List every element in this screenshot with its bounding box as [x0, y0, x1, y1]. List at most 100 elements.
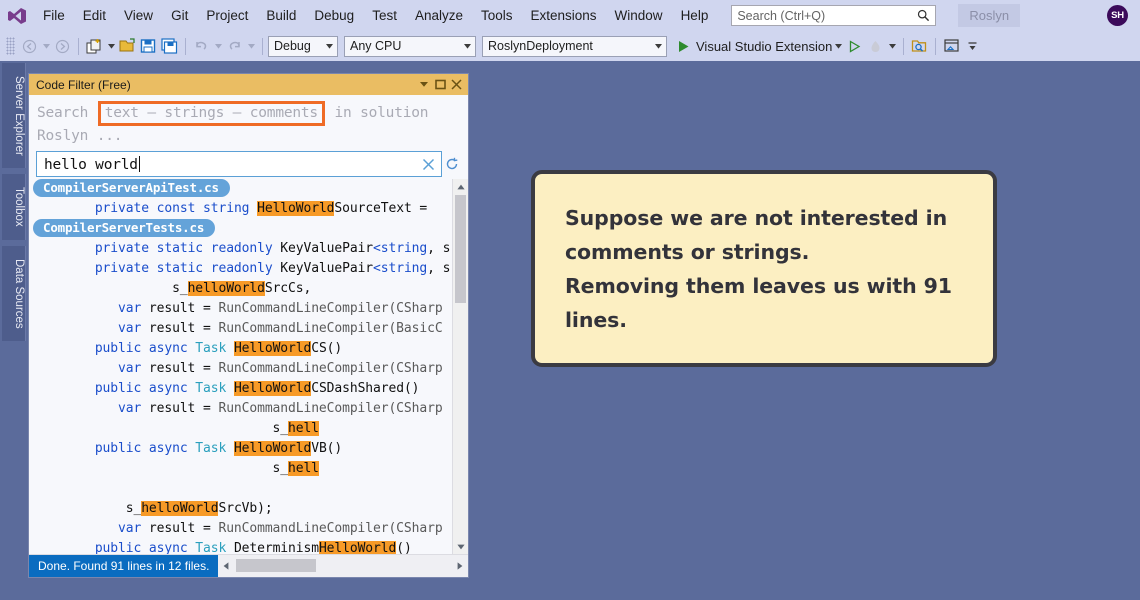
result-code-line[interactable]: public async Task HelloWorldCSDashShared…	[29, 379, 452, 399]
save-icon[interactable]	[138, 35, 159, 57]
drag-gripper-icon[interactable]	[6, 37, 15, 55]
undo-dropdown-icon[interactable]	[212, 35, 224, 57]
results-list[interactable]: CompilerServerApiTest.cs private const s…	[29, 179, 452, 554]
result-file-chip[interactable]: CompilerServerTests.cs	[29, 219, 452, 239]
avatar[interactable]: SH	[1107, 5, 1128, 26]
open-file-icon[interactable]	[117, 35, 138, 57]
code-token: result =	[148, 521, 219, 536]
result-code-line[interactable]: private const string HelloWorldSourceTex…	[29, 199, 452, 219]
result-code-line[interactable]: var result = RunCommandLineCompiler(CSha…	[29, 359, 452, 379]
scrollbar-thumb[interactable]	[455, 195, 466, 303]
platform-dropdown[interactable]: Any CPU	[344, 35, 476, 57]
scroll-up-icon[interactable]	[453, 179, 468, 194]
menu-item-debug[interactable]: Debug	[305, 5, 363, 26]
play-outline-icon[interactable]	[844, 35, 865, 57]
search-folder-icon[interactable]	[909, 35, 930, 57]
menu-item-window[interactable]: Window	[606, 5, 672, 26]
sidebar-item-server-explorer[interactable]: Server Explorer	[2, 63, 26, 168]
match-highlight: hell	[288, 461, 319, 476]
chevron-down-icon[interactable]	[832, 35, 844, 57]
scroll-left-icon[interactable]	[218, 555, 234, 577]
result-code-line[interactable]: var result = RunCommandLineCompiler(CSha…	[29, 399, 452, 419]
menu-item-test[interactable]: Test	[363, 5, 406, 26]
sidebar-item-data-sources[interactable]: Data Sources	[2, 246, 26, 341]
result-code-line[interactable]: public async Task HelloWorldCS()	[29, 339, 452, 359]
result-blank-line	[29, 479, 452, 499]
code-filter-search-input[interactable]: hello world	[36, 151, 442, 177]
global-search-input[interactable]: Search (Ctrl+Q)	[731, 5, 937, 26]
annotation-callout: Suppose we are not interested in comment…	[531, 170, 997, 367]
redo-icon[interactable]	[224, 35, 245, 57]
toolbar-separator	[262, 37, 263, 55]
back-history-dropdown-icon[interactable]	[40, 35, 52, 57]
menu-item-help[interactable]: Help	[672, 5, 718, 26]
file-name: CompilerServerApiTest.cs	[33, 179, 230, 197]
new-item-dropdown-icon[interactable]	[105, 35, 117, 57]
result-code-line[interactable]: var result = RunCommandLineCompiler(CSha…	[29, 519, 452, 539]
result-code-line[interactable]: var result = RunCommandLineCompiler(CSha…	[29, 299, 452, 319]
menu-item-build[interactable]: Build	[257, 5, 305, 26]
redo-dropdown-icon[interactable]	[245, 35, 257, 57]
menu-item-project[interactable]: Project	[197, 5, 257, 26]
panel-title-bar: Code Filter (Free)	[29, 74, 468, 95]
close-icon[interactable]	[448, 76, 464, 93]
result-code-line[interactable]: s_helloWorldSrcVb);	[29, 499, 452, 519]
menu-item-git[interactable]: Git	[162, 5, 197, 26]
result-code-line[interactable]: var result = RunCommandLineCompiler(Basi…	[29, 319, 452, 339]
match-highlight: HelloWorld	[233, 381, 312, 396]
scrollbar-thumb[interactable]	[236, 559, 317, 572]
sidebar-item-toolbox[interactable]: Toolbox	[2, 174, 26, 240]
save-all-icon[interactable]	[159, 35, 180, 57]
chevron-down-icon[interactable]	[416, 76, 432, 93]
new-item-icon[interactable]	[84, 35, 105, 57]
results-horizontal-scrollbar[interactable]	[218, 555, 468, 577]
hot-reload-dropdown-icon[interactable]	[886, 35, 898, 57]
configuration-dropdown[interactable]: Debug	[268, 35, 338, 57]
result-code-line[interactable]: s_helloWorldSrcCs,	[29, 279, 452, 299]
navigate-back-icon[interactable]	[19, 35, 40, 57]
hot-reload-icon[interactable]	[865, 35, 886, 57]
clear-icon[interactable]	[420, 156, 436, 172]
play-icon[interactable]	[673, 35, 694, 57]
code-token: result =	[148, 301, 219, 316]
navigate-forward-icon[interactable]	[52, 35, 73, 57]
result-code-line[interactable]: public async Task DeterminismHelloWorld(…	[29, 539, 452, 554]
result-code-line[interactable]: public async Task HelloWorldVB()	[29, 439, 452, 459]
code-token: , s	[427, 261, 451, 276]
panel-title: Code Filter (Free)	[36, 77, 131, 92]
deployment-dropdown[interactable]: RoslynDeployment	[482, 35, 667, 57]
menu-item-edit[interactable]: Edit	[74, 5, 115, 26]
menu-item-view[interactable]: View	[115, 5, 162, 26]
result-file-chip[interactable]: CompilerServerApiTest.cs	[29, 179, 452, 199]
result-code-line[interactable]: s_hell	[29, 419, 452, 439]
code-token: s_	[272, 421, 289, 436]
results-vertical-scrollbar[interactable]	[452, 179, 468, 554]
scrollbar-track[interactable]	[234, 555, 452, 577]
result-code-line[interactable]: private static readonly KeyValuePair<str…	[29, 259, 452, 279]
result-code-line[interactable]: s_hell	[29, 459, 452, 479]
code-token: RunCommandLineCompiler(BasicC	[218, 321, 443, 336]
code-token: readonly	[210, 261, 281, 276]
code-token: var	[118, 301, 149, 316]
refresh-icon[interactable]	[442, 153, 462, 175]
run-target-label[interactable]: Visual Studio Extension	[696, 39, 832, 54]
menu-item-analyze[interactable]: Analyze	[406, 5, 472, 26]
menu-item-tools[interactable]: Tools	[472, 5, 522, 26]
result-code-line[interactable]: private static readonly KeyValuePair<str…	[29, 239, 452, 259]
code-token: var	[118, 401, 149, 416]
account-chip[interactable]: Roslyn	[958, 4, 1021, 27]
scroll-down-icon[interactable]	[453, 539, 468, 554]
code-token: static	[156, 261, 211, 276]
code-token: RunCommandLineCompiler(CSharp	[218, 301, 443, 316]
undo-icon[interactable]	[191, 35, 212, 57]
toolbar-separator	[935, 37, 937, 55]
menu-item-extensions[interactable]: Extensions	[522, 5, 606, 26]
code-token: Determinism	[233, 541, 319, 554]
toolbar-overflow-icon[interactable]	[962, 35, 983, 57]
maximize-icon[interactable]	[432, 76, 448, 93]
menu-item-file[interactable]: File	[34, 5, 74, 26]
scroll-right-icon[interactable]	[452, 555, 468, 577]
window-layout-icon[interactable]	[941, 35, 962, 57]
